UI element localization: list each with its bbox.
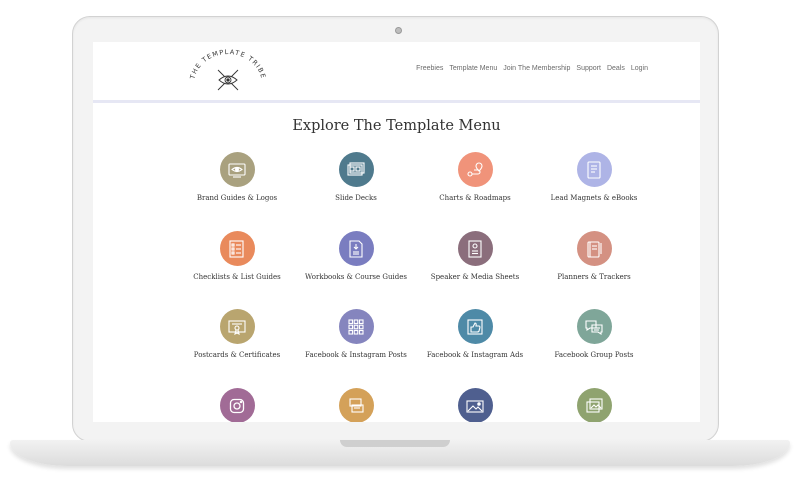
- menu-circle: [338, 309, 374, 344]
- menu-item-slide-decks[interactable]: Slide Decks: [296, 152, 416, 202]
- menu-circle: [219, 388, 255, 422]
- speaker-sheet-icon: [468, 239, 482, 258]
- menu-circle: [457, 388, 493, 422]
- menu-item-fb-ig-ads[interactable]: Facebook & Instagram Ads: [415, 309, 535, 359]
- browser-screen: THE TEMPLATE TRIBE Freebies Template Men…: [93, 42, 700, 422]
- planner-icon: [587, 240, 602, 258]
- brand-logo[interactable]: THE TEMPLATE TRIBE: [188, 48, 268, 98]
- roadmap-icon: [467, 161, 483, 177]
- menu-circle: [576, 309, 612, 344]
- certificate-icon: [228, 319, 246, 335]
- menu-item-lead-magnets[interactable]: Lead Magnets & eBooks: [534, 152, 654, 202]
- menu-circle: [338, 152, 374, 187]
- menu-item-charts-roadmaps[interactable]: Charts & Roadmaps: [415, 152, 535, 202]
- chat-bubbles-icon: [585, 319, 603, 335]
- eye-logo-icon: [217, 69, 239, 91]
- ebook-icon: [587, 160, 601, 179]
- menu-circle: [576, 231, 612, 266]
- checklist-icon: [229, 239, 244, 258]
- menu-item-photo-collage[interactable]: [534, 388, 654, 422]
- menu-item-label: Charts & Roadmaps: [439, 194, 511, 202]
- nav-deals[interactable]: Deals: [607, 65, 625, 72]
- menu-item-label: Facebook & Instagram Posts: [305, 351, 407, 359]
- menu-circle: [219, 231, 255, 266]
- nav-template-menu[interactable]: Template Menu: [449, 65, 497, 72]
- nav-freebies[interactable]: Freebies: [416, 65, 443, 72]
- menu-item-fb-ig-posts[interactable]: Facebook & Instagram Posts: [296, 309, 416, 359]
- menu-circle: [219, 152, 255, 187]
- menu-circle: [576, 152, 612, 187]
- menu-item-label: Facebook & Instagram Ads: [426, 351, 524, 359]
- header-divider: [93, 100, 700, 103]
- grid-posts-icon: [348, 318, 364, 335]
- menu-circle: [457, 231, 493, 266]
- menu-item-label: Checklists & List Guides: [193, 273, 281, 281]
- instagram-icon: [229, 398, 245, 413]
- nav-join-membership[interactable]: Join The Membership: [503, 65, 570, 72]
- menu-item-instagram[interactable]: [177, 388, 297, 422]
- menu-circle: [576, 388, 612, 422]
- menu-item-workbooks[interactable]: Workbooks & Course Guides: [296, 231, 416, 281]
- nav-support[interactable]: Support: [576, 65, 601, 72]
- menu-circle: [338, 388, 374, 422]
- menu-item-label: Slide Decks: [335, 194, 377, 202]
- menu-item-label: Brand Guides & Logos: [196, 194, 278, 202]
- menu-item-postcards[interactable]: Postcards & Certificates: [177, 309, 297, 359]
- menu-item-stacked-posts[interactable]: [296, 388, 416, 422]
- menu-circle: [338, 231, 374, 266]
- menu-item-fb-group-posts[interactable]: Facebook Group Posts: [534, 309, 654, 359]
- site-header: THE TEMPLATE TRIBE Freebies Template Men…: [93, 42, 700, 100]
- nav-login[interactable]: Login: [631, 65, 648, 72]
- menu-item-speaker-sheets[interactable]: Speaker & Media Sheets: [415, 231, 535, 281]
- stacked-posts-icon: [349, 397, 364, 413]
- laptop-notch: [340, 440, 450, 447]
- main-nav: Freebies Template Menu Join The Membersh…: [416, 65, 648, 72]
- menu-item-label: Speaker & Media Sheets: [430, 273, 520, 281]
- page-title: Explore The Template Menu: [292, 118, 501, 134]
- menu-circle: [457, 309, 493, 344]
- menu-item-label: Workbooks & Course Guides: [305, 273, 407, 281]
- webcam-icon: [395, 27, 402, 34]
- menu-item-label: Lead Magnets & eBooks: [550, 194, 638, 202]
- menu-item-label: Planners & Trackers: [557, 273, 631, 281]
- menu-item-label: Facebook Group Posts: [554, 351, 634, 359]
- menu-item-checklists[interactable]: Checklists & List Guides: [177, 231, 297, 281]
- menu-circle: [219, 309, 255, 344]
- menu-item-images[interactable]: [415, 388, 535, 422]
- menu-circle: [457, 152, 493, 187]
- workbook-icon: [349, 239, 363, 258]
- eye-card-icon: [228, 162, 246, 178]
- slides-icon: [347, 161, 365, 176]
- menu-item-brand-guides[interactable]: Brand Guides & Logos: [177, 152, 297, 202]
- menu-item-planners[interactable]: Planners & Trackers: [534, 231, 654, 281]
- photo-collage-icon: [586, 397, 603, 413]
- menu-item-label: Postcards & Certificates: [193, 351, 281, 359]
- thumbs-up-icon: [467, 318, 483, 335]
- image-icon: [466, 399, 484, 413]
